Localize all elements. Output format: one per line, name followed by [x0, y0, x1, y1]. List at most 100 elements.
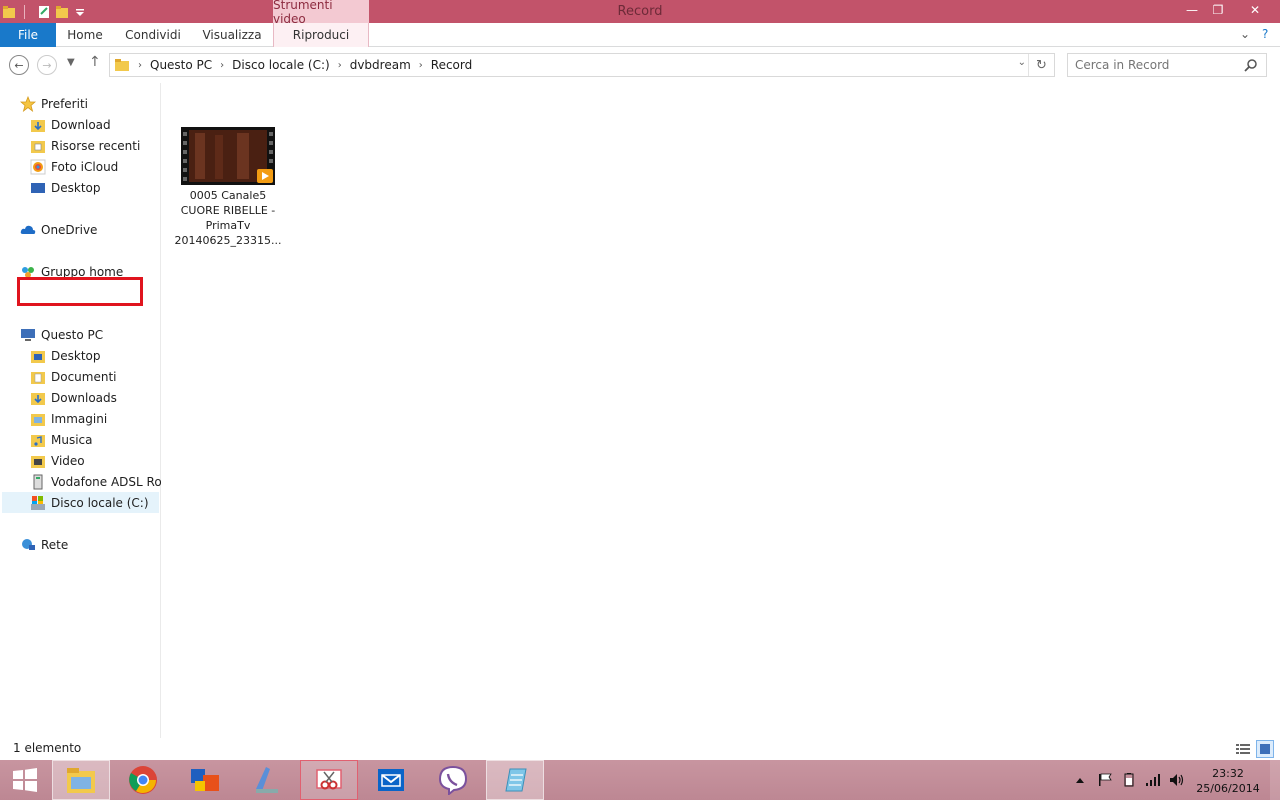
- breadcrumb-dvbdream[interactable]: dvbdream: [350, 58, 411, 72]
- taskbar-file-explorer[interactable]: [52, 760, 110, 800]
- large-icons-view-icon: [1260, 744, 1270, 754]
- download-folder-icon: [31, 392, 45, 405]
- chevron-right-icon[interactable]: ›: [338, 60, 342, 71]
- taskbar-snipping-tool[interactable]: [300, 760, 358, 800]
- breadcrumb-this-pc[interactable]: Questo PC: [150, 58, 212, 72]
- back-button[interactable]: ←: [9, 55, 29, 75]
- system-clock[interactable]: 23:32 25/06/2014: [1196, 766, 1260, 796]
- details-view-button[interactable]: [1234, 740, 1252, 758]
- recent-places-icon: [31, 140, 45, 153]
- power-status[interactable]: [1121, 760, 1137, 800]
- nav-this-pc[interactable]: Questo PC: [20, 324, 103, 345]
- file-name[interactable]: 0005 Canale5 CUORE RIBELLE - PrimaTv 201…: [172, 188, 284, 248]
- nav-item-label: Vodafone ADSL Rout: [51, 474, 161, 489]
- customize-qat-icon[interactable]: [73, 5, 87, 19]
- nav-network[interactable]: Rete: [20, 534, 68, 555]
- start-icon: [13, 768, 37, 792]
- nav-item-videos[interactable]: Video: [30, 450, 85, 471]
- tab-home[interactable]: Home: [60, 23, 110, 47]
- file-name-line: PrimaTv: [205, 219, 251, 232]
- nav-item-label: Downloads: [51, 390, 117, 405]
- nav-this-pc-label: Questo PC: [41, 327, 104, 342]
- search-icon[interactable]: [1244, 58, 1258, 72]
- tab-share[interactable]: Condividi: [120, 23, 186, 47]
- search-box[interactable]: [1067, 53, 1267, 77]
- taskbar-viber[interactable]: [424, 760, 482, 800]
- navigation-bar: ← → ▼ ↑ › Questo PC › Disco locale (C:) …: [0, 47, 1280, 83]
- snipping-tool-icon: [316, 769, 342, 790]
- taskbar-scanner[interactable]: [238, 760, 296, 800]
- clock-time: 23:32: [1212, 767, 1244, 780]
- breadcrumb-record[interactable]: Record: [431, 58, 472, 72]
- chevron-down-icon[interactable]: ⌄: [1018, 57, 1026, 68]
- tab-play[interactable]: Riproduci: [273, 23, 369, 47]
- chevron-right-icon[interactable]: ›: [138, 60, 142, 71]
- breadcrumb-local-disk[interactable]: Disco locale (C:): [232, 58, 330, 72]
- nav-item-documents[interactable]: Documenti: [30, 366, 117, 387]
- viber-icon: [438, 765, 468, 795]
- nav-onedrive-label: OneDrive: [41, 222, 98, 237]
- chevron-up-icon: [1076, 778, 1084, 783]
- folder-icon[interactable]: [2, 5, 16, 19]
- up-button[interactable]: ↑: [89, 54, 101, 70]
- tab-view[interactable]: Visualizza: [198, 23, 266, 47]
- network-status[interactable]: [1145, 760, 1161, 800]
- action-center[interactable]: [1098, 760, 1112, 800]
- nav-item-icloud-photos[interactable]: Foto iCloud: [30, 156, 118, 177]
- cloud-icon: [20, 225, 36, 234]
- large-icons-view-button[interactable]: [1256, 740, 1274, 758]
- nav-item-recent[interactable]: Risorse recenti: [30, 135, 140, 156]
- chrome-icon: [129, 766, 157, 794]
- nav-item-download[interactable]: Download: [30, 114, 111, 135]
- recent-locations-icon[interactable]: ▼: [67, 57, 75, 68]
- nav-item-router[interactable]: Vodafone ADSL Rout: [30, 471, 161, 492]
- nav-item-label: Video: [51, 453, 85, 468]
- navigation-pane: Preferiti Download Risorse recenti Foto …: [0, 83, 161, 738]
- music-folder-icon: [31, 434, 45, 447]
- documents-folder-icon: [31, 371, 45, 384]
- help-icon[interactable]: ?: [1262, 27, 1268, 41]
- battery-icon: [1124, 773, 1134, 787]
- clock-date: 25/06/2014: [1196, 782, 1260, 795]
- expand-ribbon-icon[interactable]: ⌄: [1240, 27, 1250, 41]
- minimize-button[interactable]: —: [1179, 0, 1205, 20]
- network-icon: [22, 538, 35, 550]
- nav-item-downloads[interactable]: Downloads: [30, 387, 117, 408]
- nav-onedrive[interactable]: OneDrive: [20, 219, 97, 240]
- taskbar-mail[interactable]: [362, 760, 420, 800]
- nav-item-desktop-fav[interactable]: Desktop: [30, 177, 101, 198]
- chevron-right-icon[interactable]: ›: [220, 60, 224, 71]
- taskbar-chrome[interactable]: [114, 760, 172, 800]
- start-button[interactable]: [0, 760, 50, 800]
- nav-item-desktop[interactable]: Desktop: [30, 345, 101, 366]
- nav-favorites[interactable]: Preferiti: [20, 93, 88, 114]
- new-folder-icon[interactable]: [55, 5, 69, 19]
- nav-item-local-disk[interactable]: Disco locale (C:): [2, 492, 159, 513]
- taskbar: 23:32 25/06/2014: [0, 760, 1280, 800]
- ribbon-tabs: File Home Condividi Visualizza Riproduci…: [0, 23, 1280, 47]
- file-name-line: 0005 Canale5: [189, 189, 267, 202]
- contextual-tab-header: Strumenti video: [273, 0, 369, 26]
- details-view-icon: [1236, 744, 1250, 754]
- show-hidden-icons[interactable]: [1075, 760, 1085, 800]
- tab-file[interactable]: File: [0, 23, 56, 47]
- close-button[interactable]: ✕: [1240, 0, 1270, 20]
- address-bar[interactable]: › Questo PC › Disco locale (C:) › dvbdre…: [109, 53, 1055, 77]
- taskbar-media-app[interactable]: [176, 760, 234, 800]
- search-input[interactable]: [1075, 58, 1245, 72]
- show-desktop-button[interactable]: [1270, 760, 1280, 800]
- download-folder-icon: [31, 119, 45, 132]
- chevron-right-icon[interactable]: ›: [419, 60, 423, 71]
- maximize-button[interactable]: ❐: [1205, 0, 1231, 20]
- forward-button[interactable]: →: [37, 55, 57, 75]
- refresh-icon[interactable]: ↻: [1028, 54, 1054, 76]
- properties-icon[interactable]: [37, 5, 51, 19]
- nav-item-music[interactable]: Musica: [30, 429, 93, 450]
- separator: [24, 4, 25, 19]
- nav-item-pictures[interactable]: Immagini: [30, 408, 107, 429]
- video-thumbnail[interactable]: [181, 127, 275, 185]
- media-app-icon: [191, 769, 219, 791]
- taskbar-notepad[interactable]: [486, 760, 544, 800]
- volume-control[interactable]: [1169, 760, 1185, 800]
- computer-icon: [21, 328, 35, 341]
